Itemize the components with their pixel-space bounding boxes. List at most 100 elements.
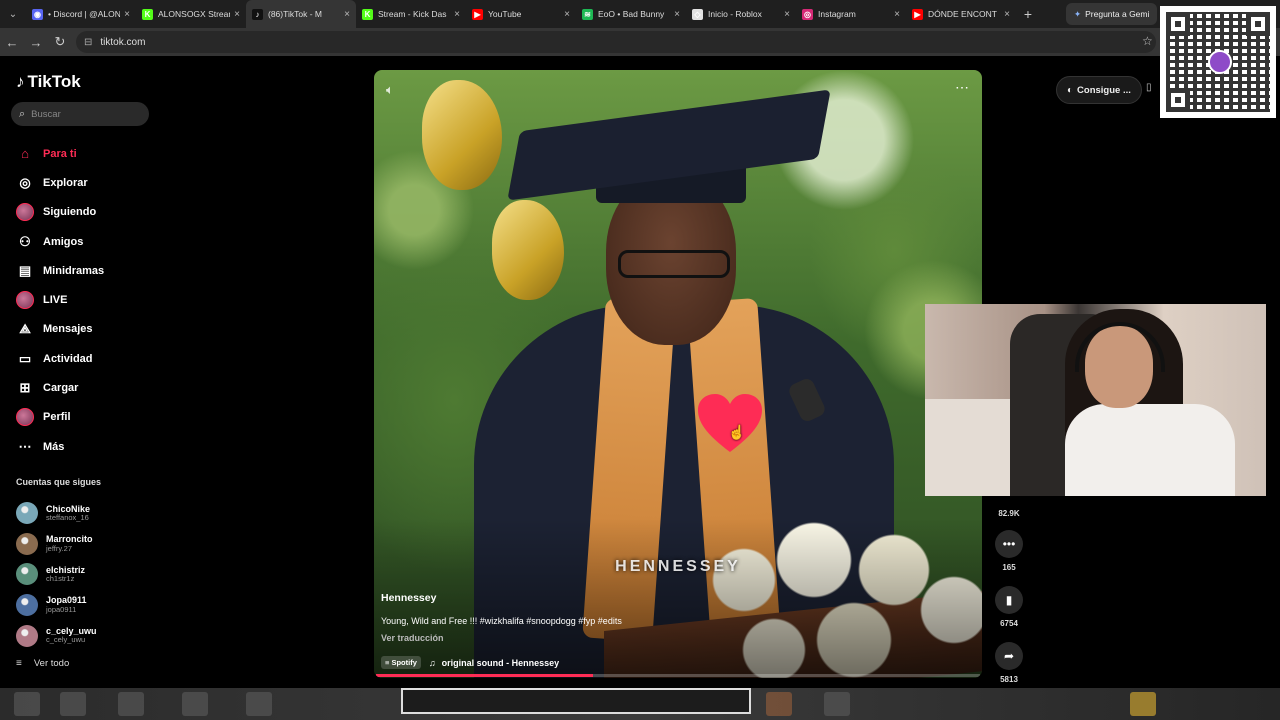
sidebar-item-explorar[interactable]: ◎ Explorar bbox=[16, 168, 156, 197]
browser-tab[interactable]: K Stream - Kick Das × bbox=[356, 0, 466, 28]
avatar bbox=[16, 203, 34, 222]
tab-close-icon[interactable]: × bbox=[234, 9, 240, 20]
browser-tab[interactable]: ◉ • Discord | @ALON × bbox=[26, 0, 136, 28]
share-button[interactable]: ➦ 5813 bbox=[990, 642, 1028, 684]
more-options-icon[interactable]: ⋯ bbox=[955, 79, 970, 96]
bookmark-button[interactable]: ▮ 6754 bbox=[990, 586, 1028, 628]
sidebar-item-mensajes[interactable]: ⟁ Mensajes bbox=[16, 315, 156, 344]
bookmark-count: 6754 bbox=[1000, 619, 1018, 628]
sidebar-nav: ⌂ Para ti ◎ Explorar Siguiendo ⚇ Amigos ▤ Minidr… bbox=[16, 139, 156, 461]
comment-button[interactable]: ••• 165 bbox=[990, 530, 1028, 572]
tab-title: DÓNDE ENCONT bbox=[928, 9, 997, 19]
mouse-pointer-icon: ☝ bbox=[728, 424, 746, 440]
tab-favicon-icon: ◇ bbox=[692, 8, 703, 20]
tab-favicon-icon: K bbox=[142, 8, 153, 20]
tab-close-icon[interactable]: × bbox=[784, 9, 790, 20]
phone-icon[interactable]: ▯ bbox=[1146, 82, 1152, 93]
bottom-overlay-strip bbox=[0, 688, 1280, 720]
browser-tab[interactable]: ▶ YouTube × bbox=[466, 0, 576, 28]
friends-icon: ⚇ bbox=[19, 233, 31, 249]
site-info-icon[interactable]: ⊟ bbox=[84, 37, 92, 48]
reload-icon[interactable]: ↻ bbox=[48, 28, 72, 56]
yape-qr-code bbox=[1160, 6, 1276, 118]
video-player[interactable]: HENNESSEY 🔈︎ ⋯ ☝ Hennessey Young, Wild a… bbox=[374, 70, 982, 678]
overlay-text-box bbox=[401, 688, 751, 714]
spotify-badge[interactable]: ≡ Spotify bbox=[381, 656, 421, 669]
sidebar-item-para-ti[interactable]: ⌂ Para ti bbox=[16, 139, 156, 168]
browser-tab[interactable]: K ALONSOGX Stream × bbox=[136, 0, 246, 28]
get-app-button[interactable]: ◐ Consigue ... bbox=[1056, 76, 1142, 104]
search-input[interactable] bbox=[31, 108, 132, 120]
video-author[interactable]: Hennessey bbox=[381, 592, 941, 604]
new-tab-button[interactable]: + bbox=[1016, 6, 1040, 22]
sidebar-item-minidramas[interactable]: ▤ Minidramas bbox=[16, 256, 156, 285]
forward-icon[interactable]: → bbox=[24, 28, 48, 56]
list-icon: ≡ bbox=[16, 658, 22, 669]
address-bar-row: ← → ↻ ⊟ tiktok.com bbox=[0, 28, 1280, 56]
overlay-item bbox=[1130, 692, 1156, 716]
sidebar-item-más[interactable]: ⋯ Más bbox=[16, 432, 156, 461]
sidebar-item-label: Actividad bbox=[43, 352, 93, 365]
browser-tab[interactable]: ≋ EoO • Bad Bunny × bbox=[576, 0, 686, 28]
tab-search-dropdown-icon[interactable]: ⌄ bbox=[0, 0, 26, 28]
qr-corner bbox=[1166, 88, 1190, 112]
sidebar-item-actividad[interactable]: ▭ Actividad bbox=[16, 344, 156, 373]
tab-close-icon[interactable]: × bbox=[894, 9, 900, 20]
sidebar-item-cargar[interactable]: ⊞ Cargar bbox=[16, 373, 156, 402]
app-icon: ◐ bbox=[1067, 84, 1074, 96]
tab-close-icon[interactable]: × bbox=[124, 9, 130, 20]
yape-logo bbox=[1208, 50, 1232, 74]
video-progress-bar[interactable] bbox=[376, 674, 980, 677]
following-names: ChicoNike steffanox_16 bbox=[46, 504, 90, 522]
tab-favicon-icon: K bbox=[362, 8, 373, 20]
following-item[interactable]: c_cely_uwu c_cely_uwu bbox=[16, 620, 156, 651]
share-icon[interactable]: ➦ bbox=[995, 642, 1023, 670]
tab-close-icon[interactable]: × bbox=[454, 9, 460, 20]
tiktok-note-icon: ♪ bbox=[16, 72, 25, 91]
film-icon: ▤ bbox=[18, 262, 32, 278]
sidebar-item-amigos[interactable]: ⚇ Amigos bbox=[16, 227, 156, 256]
tab-close-icon[interactable]: × bbox=[564, 9, 570, 20]
following-list: ChicoNike steffanox_16 Marroncito jeffry.27… bbox=[16, 498, 156, 651]
sidebar-item-live[interactable]: LIVE bbox=[16, 285, 156, 314]
get-app-label: Consigue ... bbox=[1077, 84, 1131, 96]
sound-row[interactable]: ≡ Spotify ♫ original sound - Hennessey bbox=[381, 656, 941, 669]
browser-tab[interactable]: ◇ Inicio - Roblox × bbox=[686, 0, 796, 28]
browser-tab[interactable]: ♪ (86)TikTok - M × bbox=[246, 0, 356, 28]
following-item[interactable]: ChicoNike steffanox_16 bbox=[16, 498, 156, 529]
tab-close-icon[interactable]: × bbox=[674, 9, 680, 20]
following-username: jeffry.27 bbox=[46, 543, 72, 553]
following-item[interactable]: elchistriz ch1str1z bbox=[16, 559, 156, 590]
like-button[interactable]: 82.9K bbox=[990, 504, 1028, 518]
following-item[interactable]: Jopa0911 jopa0911 bbox=[16, 590, 156, 621]
upload-icon: ⊞ bbox=[19, 380, 31, 396]
tiktok-brand: TikTok bbox=[27, 72, 81, 91]
gemini-button[interactable]: ✦ Pregunta a Gemi bbox=[1066, 3, 1158, 25]
tab-favicon-icon: ◎ bbox=[802, 8, 813, 20]
search-box[interactable]: ⌕ bbox=[11, 102, 149, 126]
sidebar-item-label: Minidramas bbox=[43, 264, 105, 277]
bookmark-star-icon[interactable]: ☆ bbox=[1142, 34, 1153, 48]
tab-close-icon[interactable]: × bbox=[1004, 9, 1010, 20]
browser-tab[interactable]: ◎ Instagram × bbox=[796, 0, 906, 28]
activity-icon: ▭ bbox=[18, 350, 32, 366]
home-icon: ⌂ bbox=[21, 146, 29, 162]
back-icon[interactable]: ← bbox=[0, 28, 24, 56]
volume-icon[interactable]: 🔈︎ bbox=[386, 82, 394, 98]
see-translation-link[interactable]: Ver traducción bbox=[381, 633, 941, 643]
gold-balloon-0 bbox=[492, 200, 564, 300]
tiktok-logo[interactable]: ♪ TikTok bbox=[16, 72, 81, 92]
video-caption: Hennessey Young, Wild and Free !!! #wizk… bbox=[381, 592, 941, 669]
tab-close-icon[interactable]: × bbox=[344, 9, 350, 20]
bookmark-icon[interactable]: ▮ bbox=[995, 586, 1023, 614]
url-field[interactable]: ⊟ tiktok.com bbox=[76, 31, 1156, 53]
see-all-button[interactable]: ≡ Ver todo bbox=[16, 658, 69, 669]
comment-icon[interactable]: ••• bbox=[995, 530, 1023, 558]
following-item[interactable]: Marroncito jeffry.27 bbox=[16, 529, 156, 560]
tab-title: Stream - Kick Das bbox=[378, 9, 447, 19]
sidebar-item-label: Perfil bbox=[43, 411, 71, 424]
browser-tab[interactable]: ▶ DÓNDE ENCONT × bbox=[906, 0, 1016, 28]
sidebar-item-perfil[interactable]: Perfil bbox=[16, 403, 156, 432]
sidebar-item-siguiendo[interactable]: Siguiendo bbox=[16, 198, 156, 227]
following-names: elchistriz ch1str1z bbox=[46, 565, 85, 583]
